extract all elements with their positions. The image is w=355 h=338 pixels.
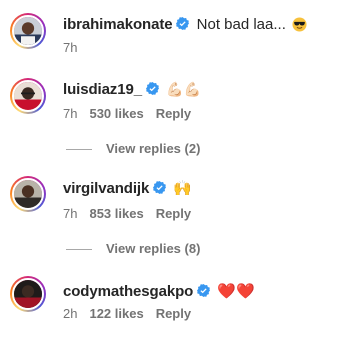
comment-time: 2h — [63, 306, 78, 321]
comment-time: 7h — [63, 40, 78, 55]
view-replies-button[interactable]: View replies (8) — [66, 241, 200, 257]
likes-count[interactable]: 122 likes — [89, 306, 143, 321]
avatar[interactable] — [10, 78, 46, 114]
red-heart-emoji: ❤️❤️ — [217, 282, 255, 300]
divider — [66, 149, 92, 151]
raising-hands-emoji: 🙌 — [173, 179, 193, 197]
reply-button[interactable]: Reply — [156, 306, 191, 321]
avatar[interactable] — [10, 276, 46, 312]
verified-badge-icon — [197, 284, 211, 297]
comment-meta: 2h 122 likes Reply — [63, 306, 203, 322]
avatar-photo — [14, 180, 42, 208]
avatar-photo — [14, 280, 42, 308]
flexed-biceps-emoji: 💪🏻💪🏻 — [166, 82, 201, 98]
comment-text: Not bad laa... — [196, 16, 286, 33]
avatar-photo — [14, 82, 42, 110]
reply-button[interactable]: Reply — [156, 206, 191, 221]
comment-username[interactable]: codymathesgakpo — [63, 283, 193, 300]
comment-meta: 7h — [63, 40, 89, 56]
avatar-photo — [14, 17, 42, 45]
comment-username[interactable]: luisdiaz19_ — [63, 81, 142, 98]
verified-badge-icon — [153, 181, 167, 194]
verified-badge-icon — [176, 17, 190, 30]
view-replies-label: View replies (8) — [106, 241, 201, 256]
comment-username[interactable]: virgilvandijk — [63, 180, 149, 197]
avatar[interactable] — [10, 176, 46, 212]
comment-meta: 7h 853 likes Reply — [63, 206, 203, 222]
likes-count[interactable]: 530 likes — [89, 106, 143, 121]
verified-badge-icon — [145, 82, 159, 95]
likes-count[interactable]: 853 likes — [89, 206, 143, 221]
comment-time: 7h — [63, 206, 78, 221]
view-replies-button[interactable]: View replies (2) — [66, 141, 200, 157]
divider — [66, 249, 92, 251]
reply-button[interactable]: Reply — [156, 106, 191, 121]
comment-meta: 7h 530 likes Reply — [63, 106, 203, 122]
avatar[interactable] — [10, 13, 46, 49]
view-replies-label: View replies (2) — [106, 141, 201, 156]
comment-username[interactable]: ibrahimakonate — [63, 16, 173, 33]
sunglasses-emoji-icon — [292, 17, 307, 32]
comment-time: 7h — [63, 106, 78, 121]
